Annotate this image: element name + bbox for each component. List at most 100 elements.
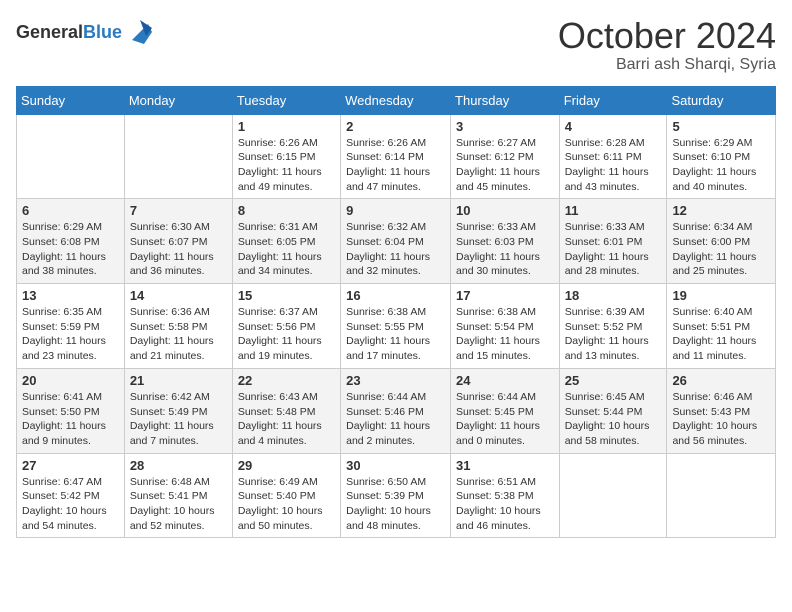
calendar-cell: 27 Sunrise: 6:47 AMSunset: 5:42 PMDayligh… — [17, 453, 125, 538]
week-row-1: 1 Sunrise: 6:26 AMSunset: 6:15 PMDaylight… — [17, 114, 776, 199]
day-number: 1 — [238, 119, 335, 134]
day-info: Sunrise: 6:33 AMSunset: 6:03 PMDaylight:… — [456, 220, 554, 279]
day-info: Sunrise: 6:46 AMSunset: 5:43 PMDaylight:… — [672, 390, 770, 449]
calendar-table: SundayMondayTuesdayWednesdayThursdayFrid… — [16, 86, 776, 539]
logo-blue: Blue — [83, 22, 122, 42]
day-number: 21 — [130, 373, 227, 388]
calendar-cell — [124, 114, 232, 199]
calendar-cell: 16 Sunrise: 6:38 AMSunset: 5:55 PMDayligh… — [341, 284, 451, 369]
week-row-5: 27 Sunrise: 6:47 AMSunset: 5:42 PMDayligh… — [17, 453, 776, 538]
calendar-cell: 7Sunrise: 6:30 AMSunset: 6:07 PMDaylight… — [124, 199, 232, 284]
day-info: Sunrise: 6:50 AMSunset: 5:39 PMDaylight:… — [346, 475, 445, 534]
day-info: Sunrise: 6:45 AMSunset: 5:44 PMDaylight:… — [565, 390, 662, 449]
day-number: 19 — [672, 288, 770, 303]
calendar-cell — [667, 453, 776, 538]
weekday-header-saturday: Saturday — [667, 86, 776, 114]
week-row-3: 13Sunrise: 6:35 AMSunset: 5:59 PMDayligh… — [17, 284, 776, 369]
day-info: Sunrise: 6:33 AMSunset: 6:01 PMDaylight:… — [565, 220, 662, 279]
day-info: Sunrise: 6:36 AMSunset: 5:58 PMDaylight:… — [130, 305, 227, 364]
day-info: Sunrise: 6:44 AMSunset: 5:46 PMDaylight:… — [346, 390, 445, 449]
day-number: 25 — [565, 373, 662, 388]
day-number: 3 — [456, 119, 554, 134]
week-row-2: 6 Sunrise: 6:29 AMSunset: 6:08 PMDaylight… — [17, 199, 776, 284]
day-info: Sunrise: 6:26 AMSunset: 6:15 PMDaylight:… — [238, 136, 335, 195]
location-title: Barri ash Sharqi, Syria — [558, 56, 776, 74]
day-info: Sunrise: 6:31 AMSunset: 6:05 PMDaylight:… — [238, 220, 335, 279]
day-number: 15 — [238, 288, 335, 303]
day-info: Sunrise: 6:29 AMSunset: 6:10 PMDaylight:… — [672, 136, 770, 195]
day-info: Sunrise: 6:34 AMSunset: 6:00 PMDaylight:… — [672, 220, 770, 279]
page-header: GeneralBlue October 2024 Barri ash Sharq… — [16, 16, 776, 74]
logo-general: General — [16, 22, 83, 42]
day-number: 10 — [456, 203, 554, 218]
day-number: 5 — [672, 119, 770, 134]
day-number: 28 — [130, 458, 227, 473]
calendar-cell: 23 Sunrise: 6:44 AMSunset: 5:46 PMDayligh… — [341, 368, 451, 453]
logo: GeneralBlue — [16, 16, 156, 48]
day-number: 20 — [22, 373, 119, 388]
weekday-header-thursday: Thursday — [451, 86, 560, 114]
calendar-cell: 30 Sunrise: 6:50 AMSunset: 5:39 PMDayligh… — [341, 453, 451, 538]
calendar-cell: 9Sunrise: 6:32 AMSunset: 6:04 PMDaylight… — [341, 199, 451, 284]
calendar-cell: 31Sunrise: 6:51 AMSunset: 5:38 PMDayligh… — [451, 453, 560, 538]
day-number: 26 — [672, 373, 770, 388]
day-number: 8 — [238, 203, 335, 218]
day-number: 12 — [672, 203, 770, 218]
month-title: October 2024 — [558, 16, 776, 56]
day-info: Sunrise: 6:39 AMSunset: 5:52 PMDaylight:… — [565, 305, 662, 364]
day-number: 23 — [346, 373, 445, 388]
weekday-header-wednesday: Wednesday — [341, 86, 451, 114]
day-info: Sunrise: 6:48 AMSunset: 5:41 PMDaylight:… — [130, 475, 227, 534]
calendar-cell: 21Sunrise: 6:42 AMSunset: 5:49 PMDayligh… — [124, 368, 232, 453]
day-info: Sunrise: 6:38 AMSunset: 5:54 PMDaylight:… — [456, 305, 554, 364]
title-block: October 2024 Barri ash Sharqi, Syria — [558, 16, 776, 74]
day-number: 18 — [565, 288, 662, 303]
calendar-cell: 13Sunrise: 6:35 AMSunset: 5:59 PMDayligh… — [17, 284, 125, 369]
day-info: Sunrise: 6:37 AMSunset: 5:56 PMDaylight:… — [238, 305, 335, 364]
day-number: 4 — [565, 119, 662, 134]
day-number: 14 — [130, 288, 227, 303]
calendar-cell: 4 Sunrise: 6:28 AMSunset: 6:11 PMDaylight… — [559, 114, 667, 199]
day-info: Sunrise: 6:44 AMSunset: 5:45 PMDaylight:… — [456, 390, 554, 449]
calendar-cell: 19Sunrise: 6:40 AMSunset: 5:51 PMDayligh… — [667, 284, 776, 369]
day-number: 22 — [238, 373, 335, 388]
calendar-cell — [559, 453, 667, 538]
week-row-4: 20 Sunrise: 6:41 AMSunset: 5:50 PMDayligh… — [17, 368, 776, 453]
calendar-cell: 2 Sunrise: 6:26 AMSunset: 6:14 PMDaylight… — [341, 114, 451, 199]
calendar-cell: 6 Sunrise: 6:29 AMSunset: 6:08 PMDaylight… — [17, 199, 125, 284]
calendar-cell: 11 Sunrise: 6:33 AMSunset: 6:01 PMDayligh… — [559, 199, 667, 284]
day-number: 6 — [22, 203, 119, 218]
day-number: 17 — [456, 288, 554, 303]
calendar-cell — [17, 114, 125, 199]
day-info: Sunrise: 6:47 AMSunset: 5:42 PMDaylight:… — [22, 475, 119, 534]
day-number: 31 — [456, 458, 554, 473]
weekday-header-friday: Friday — [559, 86, 667, 114]
calendar-cell: 5 Sunrise: 6:29 AMSunset: 6:10 PMDaylight… — [667, 114, 776, 199]
day-number: 16 — [346, 288, 445, 303]
day-number: 13 — [22, 288, 119, 303]
day-info: Sunrise: 6:38 AMSunset: 5:55 PMDaylight:… — [346, 305, 445, 364]
day-number: 30 — [346, 458, 445, 473]
calendar-cell: 20 Sunrise: 6:41 AMSunset: 5:50 PMDayligh… — [17, 368, 125, 453]
day-info: Sunrise: 6:28 AMSunset: 6:11 PMDaylight:… — [565, 136, 662, 195]
calendar-cell: 28 Sunrise: 6:48 AMSunset: 5:41 PMDayligh… — [124, 453, 232, 538]
calendar-cell: 15 Sunrise: 6:37 AMSunset: 5:56 PMDayligh… — [232, 284, 340, 369]
calendar-cell: 29Sunrise: 6:49 AMSunset: 5:40 PMDayligh… — [232, 453, 340, 538]
calendar-cell: 26 Sunrise: 6:46 AMSunset: 5:43 PMDayligh… — [667, 368, 776, 453]
day-info: Sunrise: 6:29 AMSunset: 6:08 PMDaylight:… — [22, 220, 119, 279]
day-number: 7 — [130, 203, 227, 218]
day-info: Sunrise: 6:27 AMSunset: 6:12 PMDaylight:… — [456, 136, 554, 195]
day-info: Sunrise: 6:26 AMSunset: 6:14 PMDaylight:… — [346, 136, 445, 195]
calendar-cell: 24 Sunrise: 6:44 AMSunset: 5:45 PMDayligh… — [451, 368, 560, 453]
day-number: 11 — [565, 203, 662, 218]
day-number: 27 — [22, 458, 119, 473]
calendar-cell: 25 Sunrise: 6:45 AMSunset: 5:44 PMDayligh… — [559, 368, 667, 453]
logo-icon — [124, 16, 156, 48]
calendar-cell: 12 Sunrise: 6:34 AMSunset: 6:00 PMDayligh… — [667, 199, 776, 284]
day-number: 24 — [456, 373, 554, 388]
day-number: 2 — [346, 119, 445, 134]
calendar-cell: 1 Sunrise: 6:26 AMSunset: 6:15 PMDaylight… — [232, 114, 340, 199]
day-number: 29 — [238, 458, 335, 473]
calendar-cell: 18 Sunrise: 6:39 AMSunset: 5:52 PMDayligh… — [559, 284, 667, 369]
day-info: Sunrise: 6:41 AMSunset: 5:50 PMDaylight:… — [22, 390, 119, 449]
